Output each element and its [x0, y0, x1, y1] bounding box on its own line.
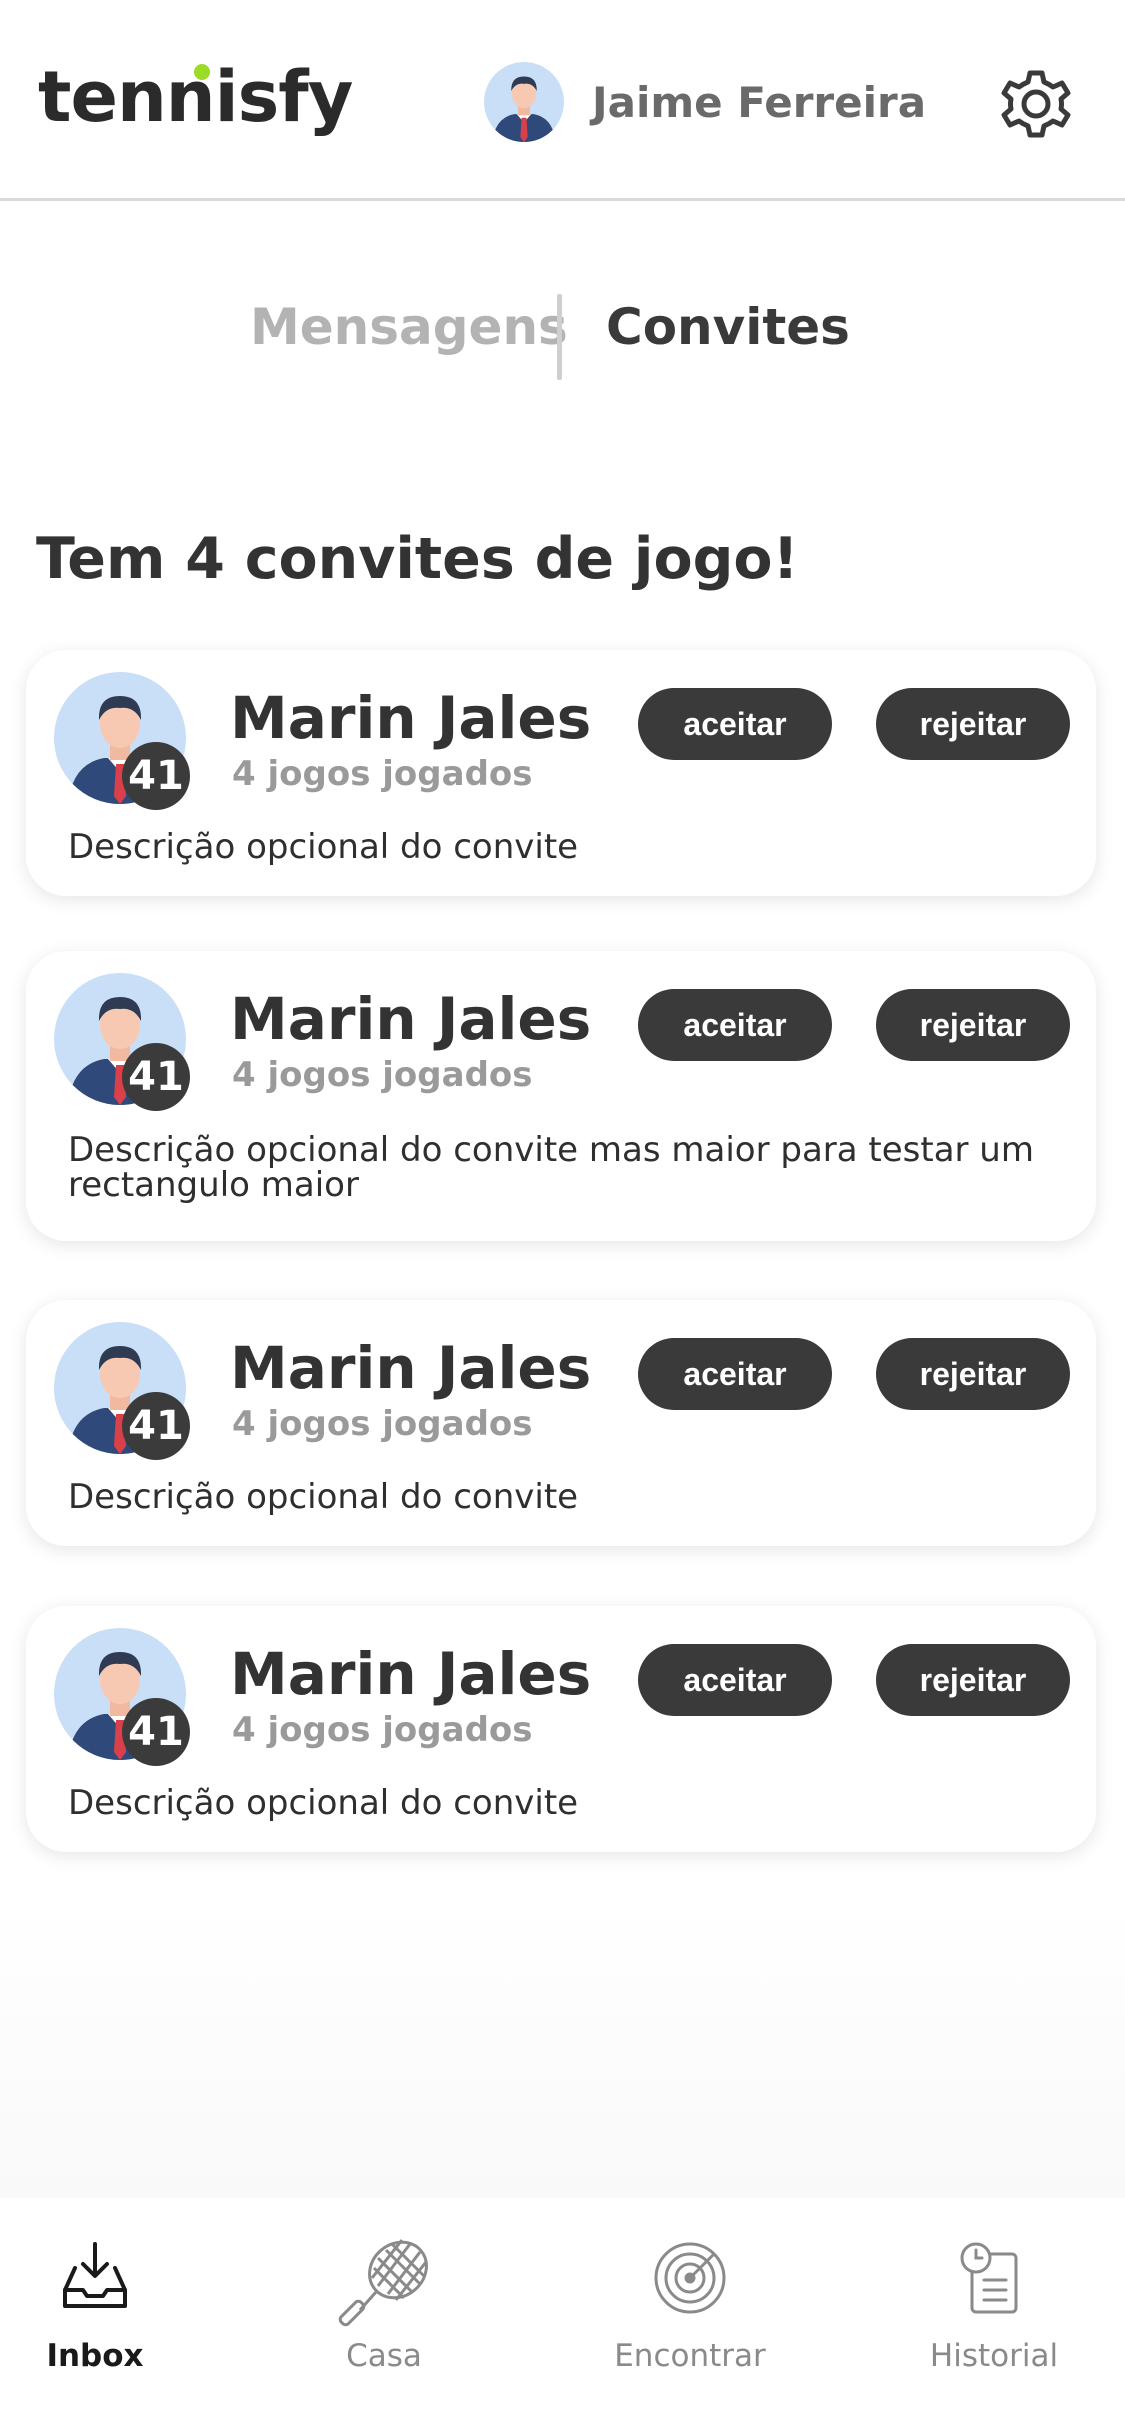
tab-invites[interactable]: Convites — [606, 298, 850, 356]
nav-item-historial[interactable]: Historial — [864, 2198, 1124, 2436]
player-name[interactable]: Marin Jales — [230, 684, 591, 752]
player-name[interactable]: Marin Jales — [230, 1640, 591, 1708]
radar-icon — [654, 2242, 726, 2314]
nav-label: Encontrar — [614, 2338, 766, 2374]
invites-screen: tennisfy Jaime Ferreira Mensagens Convit… — [0, 0, 1125, 2436]
reject-button[interactable]: rejeitar — [876, 688, 1070, 760]
user-name[interactable]: Jaime Ferreira — [592, 78, 926, 127]
nav-label: Casa — [346, 2338, 422, 2374]
nav-item-inbox[interactable]: Inbox — [0, 2198, 225, 2436]
user-avatar[interactable] — [484, 62, 564, 142]
invite-card: 41 Marin Jales 4 jogos jogados aceitar r… — [26, 650, 1096, 896]
logo-ball-dot — [194, 64, 210, 80]
history-icon — [960, 2242, 1018, 2314]
level-badge: 41 — [122, 1698, 190, 1766]
player-name[interactable]: Marin Jales — [230, 1334, 591, 1402]
tab-divider — [557, 294, 562, 380]
invite-description: Descrição opcional do convite — [68, 1783, 579, 1823]
games-played: 4 jogos jogados — [232, 1710, 533, 1750]
level-badge: 41 — [122, 742, 190, 810]
level-badge: 41 — [122, 1043, 190, 1111]
accept-button[interactable]: aceitar — [638, 1644, 832, 1716]
app-header: tennisfy Jaime Ferreira — [0, 0, 1125, 201]
player-name[interactable]: Marin Jales — [230, 985, 591, 1053]
gear-icon[interactable] — [996, 64, 1076, 144]
tennis-racket-icon — [338, 2239, 428, 2327]
invite-description: Descrição opcional do convite — [68, 1477, 579, 1517]
invite-card: 41 Marin Jales 4 jogos jogados aceitar r… — [26, 1606, 1096, 1852]
reject-button[interactable]: rejeitar — [876, 1644, 1070, 1716]
games-played: 4 jogos jogados — [232, 1404, 533, 1444]
nav-label: Historial — [929, 2338, 1059, 2374]
games-played: 4 jogos jogados — [232, 1055, 533, 1095]
bottom-nav: Inbox Casa Encontrar Historial — [0, 2198, 1125, 2436]
invite-description: Descrição opcional do convite mas maior … — [68, 1130, 1034, 1205]
inbox-icon — [63, 2242, 127, 2308]
accept-button[interactable]: aceitar — [638, 688, 832, 760]
reject-button[interactable]: rejeitar — [876, 989, 1070, 1061]
nav-label: Inbox — [46, 2338, 144, 2374]
reject-button[interactable]: rejeitar — [876, 1338, 1070, 1410]
games-played: 4 jogos jogados — [232, 754, 533, 794]
level-badge: 41 — [122, 1392, 190, 1460]
nav-item-casa[interactable]: Casa — [254, 2198, 514, 2436]
accept-button[interactable]: aceitar — [638, 989, 832, 1061]
invite-description: Descrição opcional do convite — [68, 827, 579, 867]
nav-item-encontrar[interactable]: Encontrar — [560, 2198, 820, 2436]
tab-messages[interactable]: Mensagens — [250, 298, 568, 356]
invite-card: 41 Marin Jales 4 jogos jogados aceitar r… — [26, 951, 1096, 1241]
accept-button[interactable]: aceitar — [638, 1338, 832, 1410]
invite-card: 41 Marin Jales 4 jogos jogados aceitar r… — [26, 1300, 1096, 1546]
page-title: Tem 4 convites de jogo! — [36, 526, 799, 592]
